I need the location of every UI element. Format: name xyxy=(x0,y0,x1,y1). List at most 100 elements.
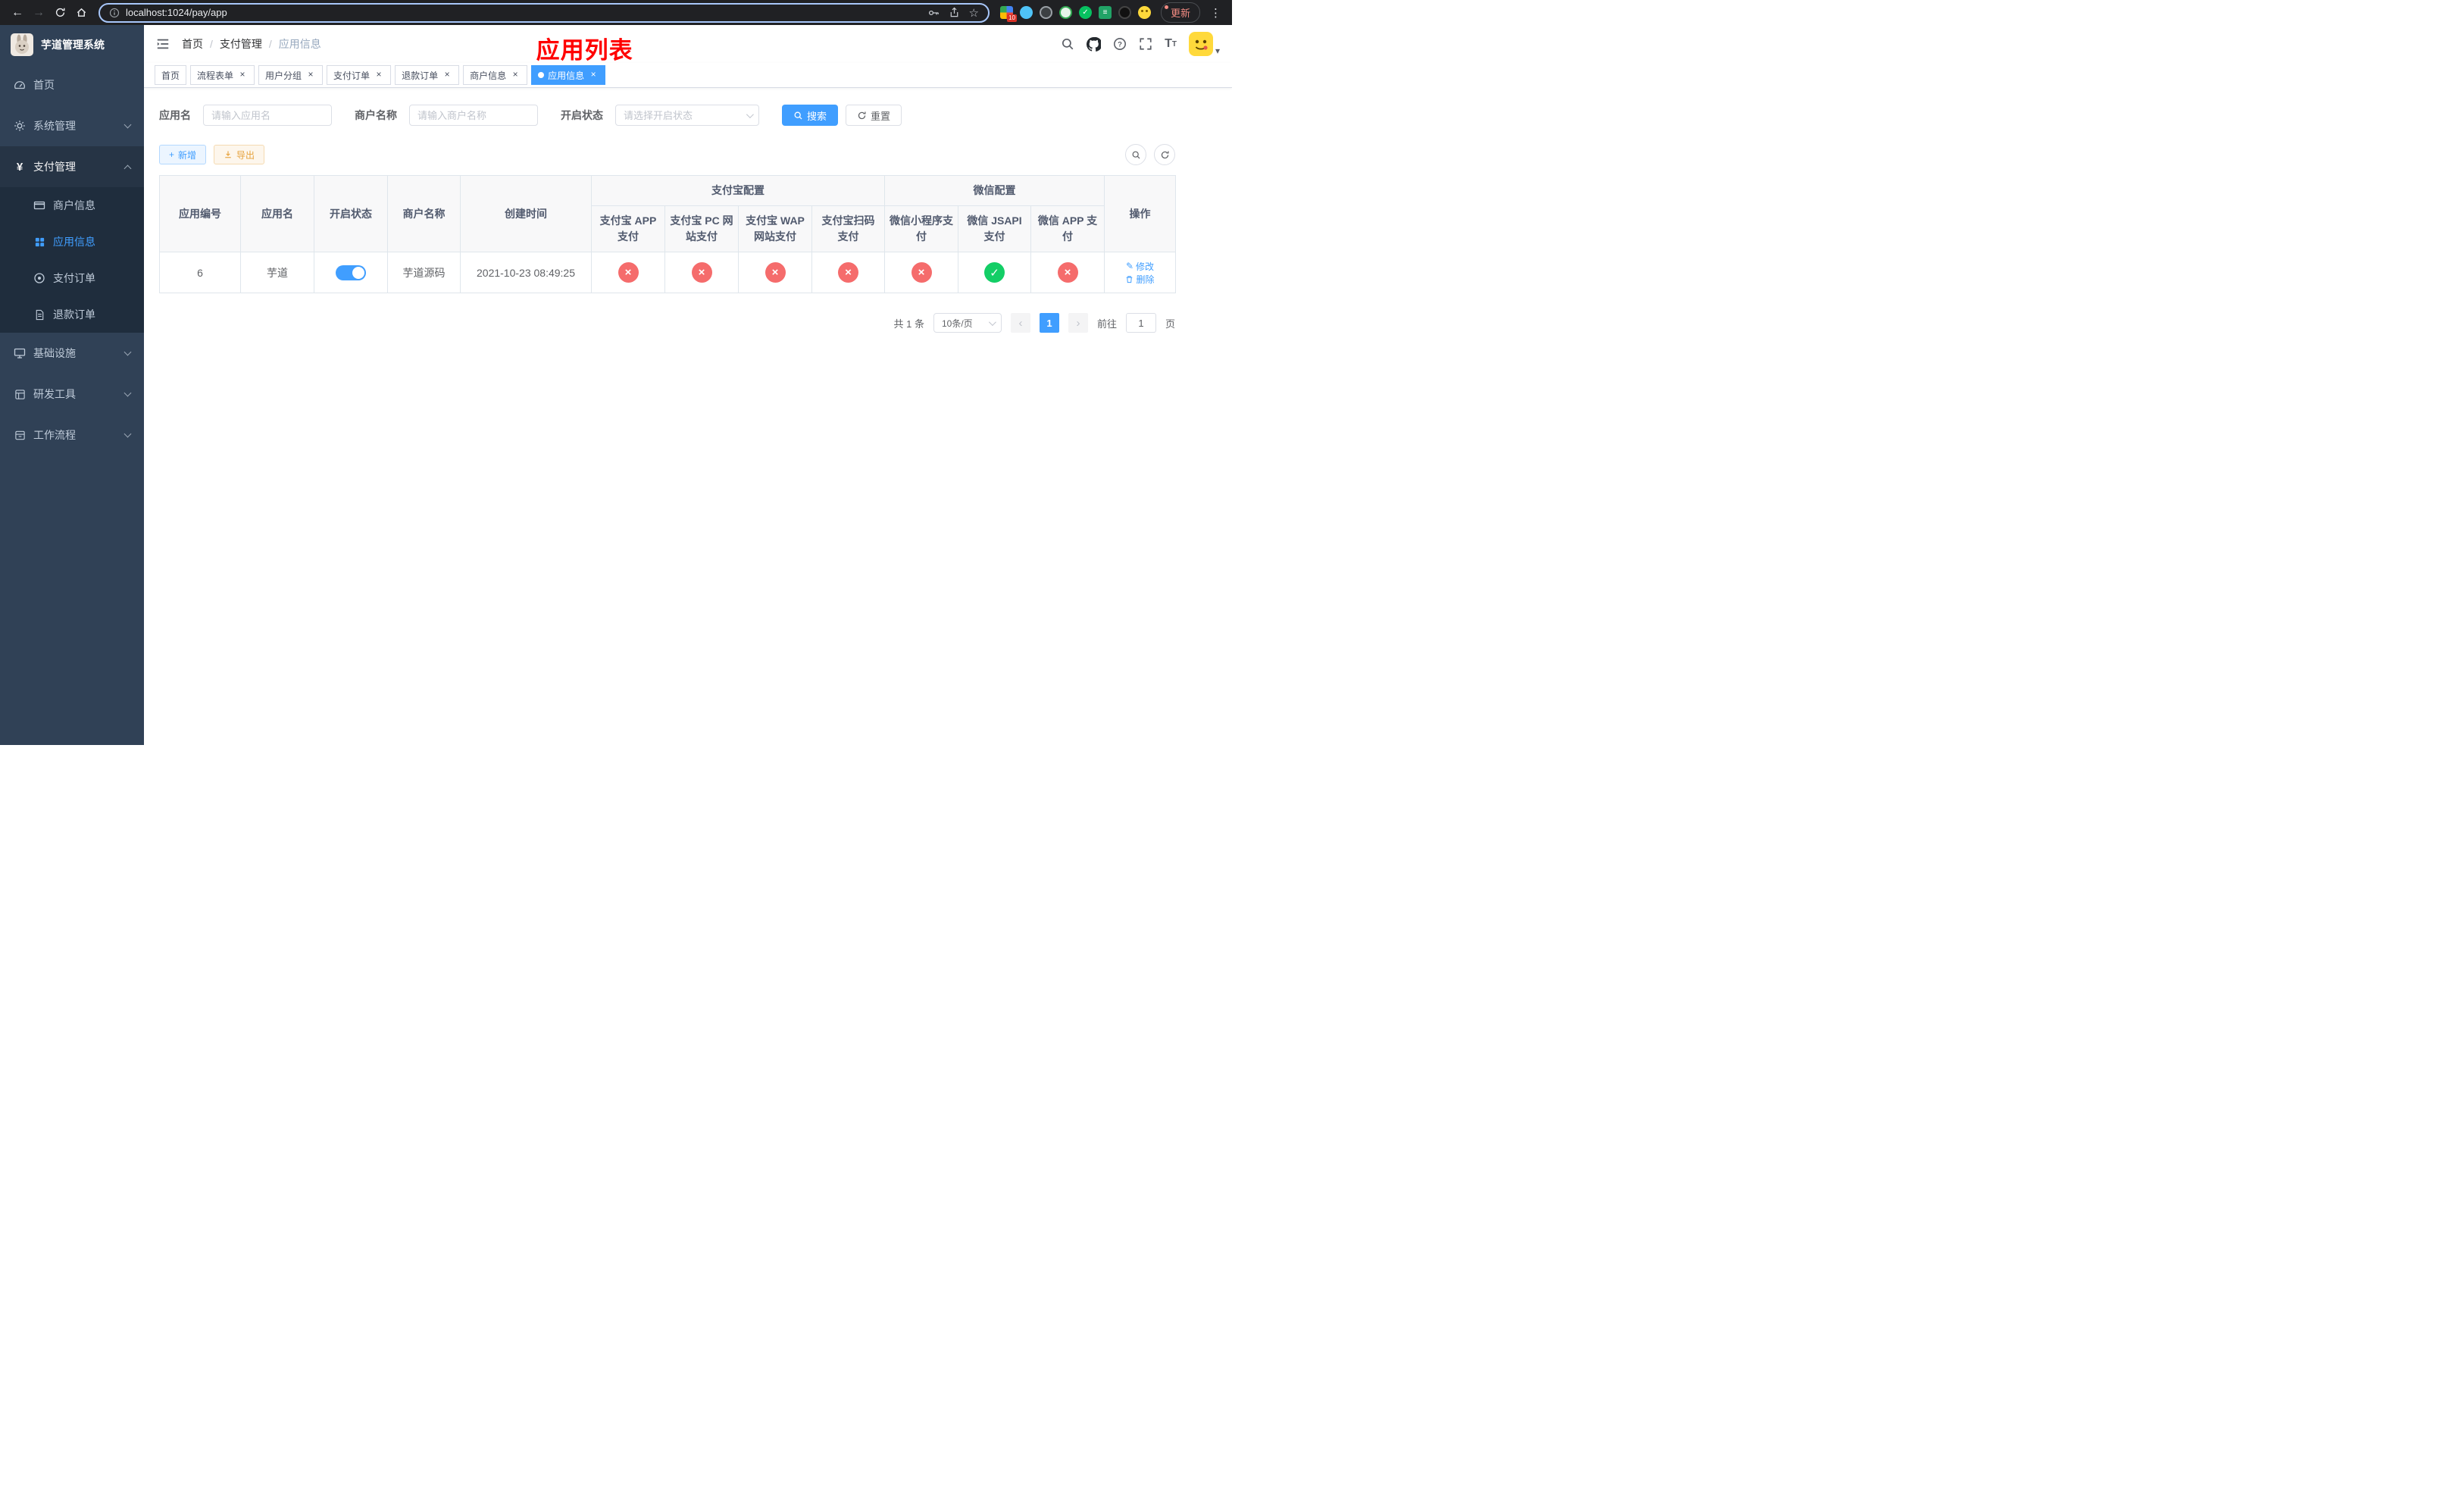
app-name-input[interactable] xyxy=(203,105,332,126)
filter-form: 应用名 商户名称 开启状态 xyxy=(159,105,1175,126)
refresh-icon[interactable] xyxy=(1154,144,1175,165)
col-group-alipay: 支付宝配置 xyxy=(591,175,885,206)
edit-link[interactable]: ✎ 修改 xyxy=(1126,260,1154,273)
sidebar-item-app-info[interactable]: 应用信息 xyxy=(0,224,144,260)
breadcrumb-separator: / xyxy=(210,38,213,50)
browser-back-button[interactable]: ← xyxy=(8,3,27,23)
col-group-wechat: 微信配置 xyxy=(884,175,1105,206)
extension-icon[interactable] xyxy=(1058,6,1072,19)
browser-update-button[interactable]: 更新 xyxy=(1160,2,1200,23)
chevron-down-icon xyxy=(124,430,132,438)
breadcrumb-home[interactable]: 首页 xyxy=(182,36,203,52)
sidebar-item-dev-tools[interactable]: 研发工具 xyxy=(0,374,144,415)
sidebar-item-refund-orders[interactable]: 退款订单 xyxy=(0,296,144,333)
password-key-icon[interactable] xyxy=(927,7,940,19)
pagination-total: 共 1 条 xyxy=(893,318,924,330)
tab-home[interactable]: 首页 xyxy=(155,65,187,85)
dashboard-icon xyxy=(14,79,26,91)
sidebar-item-label: 支付订单 xyxy=(53,272,95,284)
sidebar-item-workflow[interactable]: 工作流程 xyxy=(0,415,144,455)
sidebar-item-pay-orders[interactable]: 支付订单 xyxy=(0,260,144,296)
next-page-button[interactable]: › xyxy=(1068,313,1088,333)
extension-icon[interactable] xyxy=(1019,6,1033,19)
wechat-app-status-icon: × xyxy=(1057,262,1078,283)
sidebar-item-merchant-info[interactable]: 商户信息 xyxy=(0,187,144,224)
browser-menu-icon[interactable]: ⋮ xyxy=(1207,6,1224,20)
close-icon[interactable]: × xyxy=(510,70,521,80)
close-icon[interactable]: × xyxy=(374,70,384,80)
goto-label: 前往 xyxy=(1096,318,1117,330)
tab-merchant-info[interactable]: 商户信息 × xyxy=(463,65,528,85)
reset-button[interactable]: 重置 xyxy=(846,105,902,126)
toggle-search-icon[interactable] xyxy=(1125,144,1146,165)
main-area: 首页 / 支付管理 / 应用信息 应用列表 ? T T ▾ 首页 流程表单 × … xyxy=(144,25,1232,745)
document-icon xyxy=(33,309,45,321)
tags-view-bar: 首页 流程表单 × 用户分组 × 支付订单 × 退款订单 × 商户信息 × 应用信息 × xyxy=(144,63,1232,88)
chevron-down-icon xyxy=(124,348,132,356)
status-select[interactable] xyxy=(615,105,759,126)
breadcrumb-payment[interactable]: 支付管理 xyxy=(220,36,262,52)
help-icon[interactable]: ? xyxy=(1113,37,1127,51)
export-button[interactable]: 导出 xyxy=(214,145,265,164)
sidebar-item-system[interactable]: 系统管理 xyxy=(0,105,144,146)
address-bar[interactable]: localhost:1024/pay/app ☆ xyxy=(98,2,990,23)
search-button[interactable]: 搜索 xyxy=(782,105,839,126)
close-icon[interactable]: × xyxy=(305,70,316,80)
extension-icon[interactable] xyxy=(1118,6,1131,19)
bookmark-star-icon[interactable]: ☆ xyxy=(969,6,979,20)
tab-pay-orders[interactable]: 支付订单 × xyxy=(327,65,392,85)
alipay-pc-status-icon: × xyxy=(691,262,712,283)
hamburger-icon[interactable] xyxy=(156,37,170,51)
app-table: 应用编号 应用名 开启状态 商户名称 创建时间 支付宝配置 微信配置 操作 支付… xyxy=(159,175,1176,293)
add-button[interactable]: + 新增 xyxy=(159,145,207,164)
sidebar-item-label: 应用信息 xyxy=(53,236,95,248)
search-icon[interactable] xyxy=(1061,37,1074,51)
col-header-ops: 操作 xyxy=(1104,175,1176,252)
profile-avatar-icon[interactable] xyxy=(1137,6,1151,19)
sidebar-item-payment[interactable]: ¥ 支付管理 xyxy=(0,146,144,187)
col-header-wechat-app: 微信 APP 支付 xyxy=(1030,205,1105,252)
browser-reload-button[interactable] xyxy=(50,3,70,23)
prev-page-button[interactable]: ‹ xyxy=(1010,313,1030,333)
alipay-app-status-icon: × xyxy=(618,262,639,283)
font-size-icon[interactable]: TT xyxy=(1165,37,1177,51)
cell-app-name: 芋道 xyxy=(240,252,314,293)
col-header-alipay-wap: 支付宝 WAP 网站支付 xyxy=(738,205,812,252)
table-row: 6 芋道 芋道源码 2021-10-23 08:49:25 × × × × × xyxy=(159,252,1176,293)
github-icon[interactable] xyxy=(1087,36,1102,52)
close-icon[interactable]: × xyxy=(237,70,248,80)
credit-card-icon xyxy=(33,199,45,211)
tab-app-info[interactable]: 应用信息 × xyxy=(531,65,606,85)
page-size-select[interactable] xyxy=(933,313,1002,333)
browser-forward-button[interactable]: → xyxy=(29,3,48,23)
merchant-name-input[interactable] xyxy=(409,105,538,126)
share-icon[interactable] xyxy=(949,7,960,18)
wechat-mini-status-icon: × xyxy=(911,262,932,283)
site-info-icon[interactable] xyxy=(109,8,120,18)
sidebar-item-label: 工作流程 xyxy=(33,429,76,441)
tab-user-group[interactable]: 用户分组 × xyxy=(258,65,324,85)
status-switch[interactable] xyxy=(336,265,366,280)
extension-icon[interactable]: ≡ xyxy=(1098,6,1112,19)
extension-icon[interactable]: ✓ xyxy=(1078,6,1092,19)
close-icon[interactable]: × xyxy=(588,70,599,80)
tab-process-form[interactable]: 流程表单 × xyxy=(190,65,255,85)
goto-page-input[interactable] xyxy=(1125,313,1156,333)
delete-link[interactable]: 删除 xyxy=(1125,273,1155,286)
extension-icon[interactable]: 10 xyxy=(999,6,1017,22)
payment-submenu: 商户信息 应用信息 支付订单 退款订单 xyxy=(0,187,144,333)
extension-icon[interactable] xyxy=(1039,6,1052,19)
user-menu[interactable]: ▾ xyxy=(1188,32,1220,56)
browser-home-button[interactable] xyxy=(71,3,91,23)
sidebar-item-label: 商户信息 xyxy=(53,199,95,211)
update-dot xyxy=(1164,5,1168,9)
col-header-merchant: 商户名称 xyxy=(387,175,461,252)
url-text[interactable]: localhost:1024/pay/app xyxy=(126,7,227,18)
sidebar-item-infrastructure[interactable]: 基础设施 xyxy=(0,333,144,374)
tab-refund-orders[interactable]: 退款订单 × xyxy=(395,65,460,85)
fullscreen-icon[interactable] xyxy=(1139,37,1152,51)
page-number-button[interactable]: 1 xyxy=(1039,313,1059,333)
sidebar-item-home[interactable]: 首页 xyxy=(0,64,144,105)
sidebar-item-label: 基础设施 xyxy=(33,347,76,359)
close-icon[interactable]: × xyxy=(442,70,452,80)
